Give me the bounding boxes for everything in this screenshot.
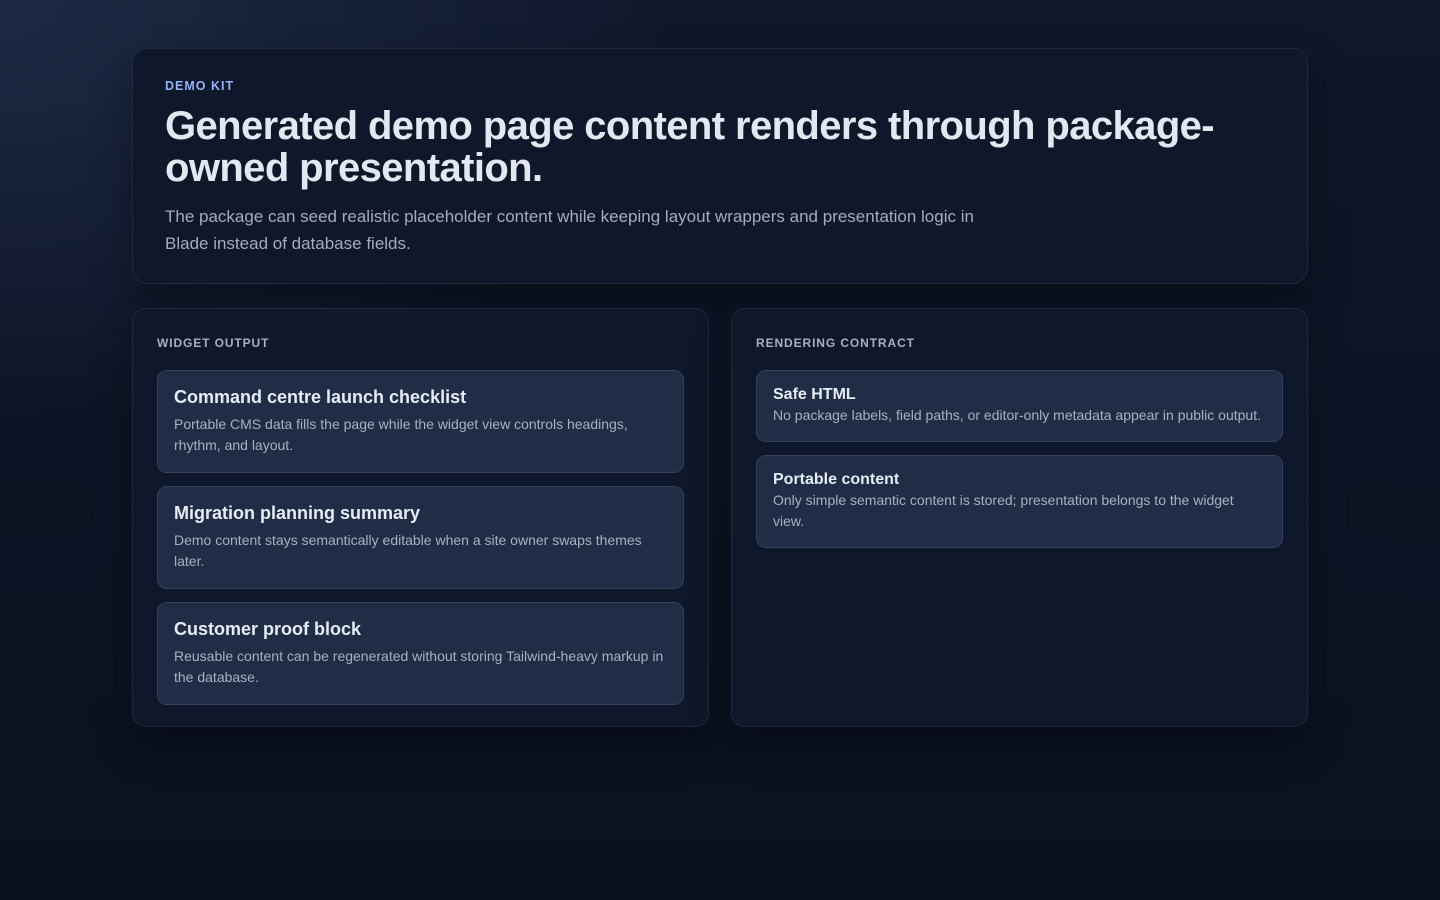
- widget-output-list: Command centre launch checklist Portable…: [157, 370, 684, 705]
- card-description: Portable CMS data fills the page while t…: [174, 416, 628, 453]
- card-description: Demo content stays semantically editable…: [174, 532, 642, 569]
- rendering-contract-list: Safe HTML No package labels, field paths…: [756, 370, 1283, 548]
- widget-output-panel: WIDGET OUTPUT Command centre launch chec…: [132, 308, 709, 727]
- card-description: Reusable content can be regenerated with…: [174, 648, 664, 685]
- widget-output-title: WIDGET OUTPUT: [157, 336, 270, 350]
- contract-card-safe-html: Safe HTML No package labels, field paths…: [756, 370, 1283, 442]
- widget-card-customer-proof: Customer proof block Reusable content ca…: [157, 602, 684, 705]
- card-title: Safe HTML: [773, 386, 856, 403]
- hero-panel: DEMO KIT Generated demo page content ren…: [132, 48, 1308, 284]
- page-title: Generated demo page content renders thro…: [165, 104, 1215, 190]
- rendering-contract-panel: RENDERING CONTRACT Safe HTML No package …: [731, 308, 1308, 727]
- hero-eyebrow: DEMO KIT: [165, 79, 235, 93]
- widget-card-command-centre: Command centre launch checklist Portable…: [157, 370, 684, 473]
- card-title: Migration planning summary: [174, 503, 421, 523]
- card-title: Portable content: [773, 471, 900, 488]
- card-title: Customer proof block: [174, 619, 362, 639]
- hero-description: The package can seed realistic placehold…: [165, 207, 974, 253]
- card-description: No package labels, field paths, or edito…: [773, 407, 1261, 423]
- widget-card-migration-planning: Migration planning summary Demo content …: [157, 486, 684, 589]
- card-title: Command centre launch checklist: [174, 387, 467, 407]
- rendering-contract-title: RENDERING CONTRACT: [756, 336, 915, 350]
- contract-card-portable-content: Portable content Only simple semantic co…: [756, 455, 1283, 548]
- card-description: Only simple semantic content is stored; …: [773, 492, 1234, 529]
